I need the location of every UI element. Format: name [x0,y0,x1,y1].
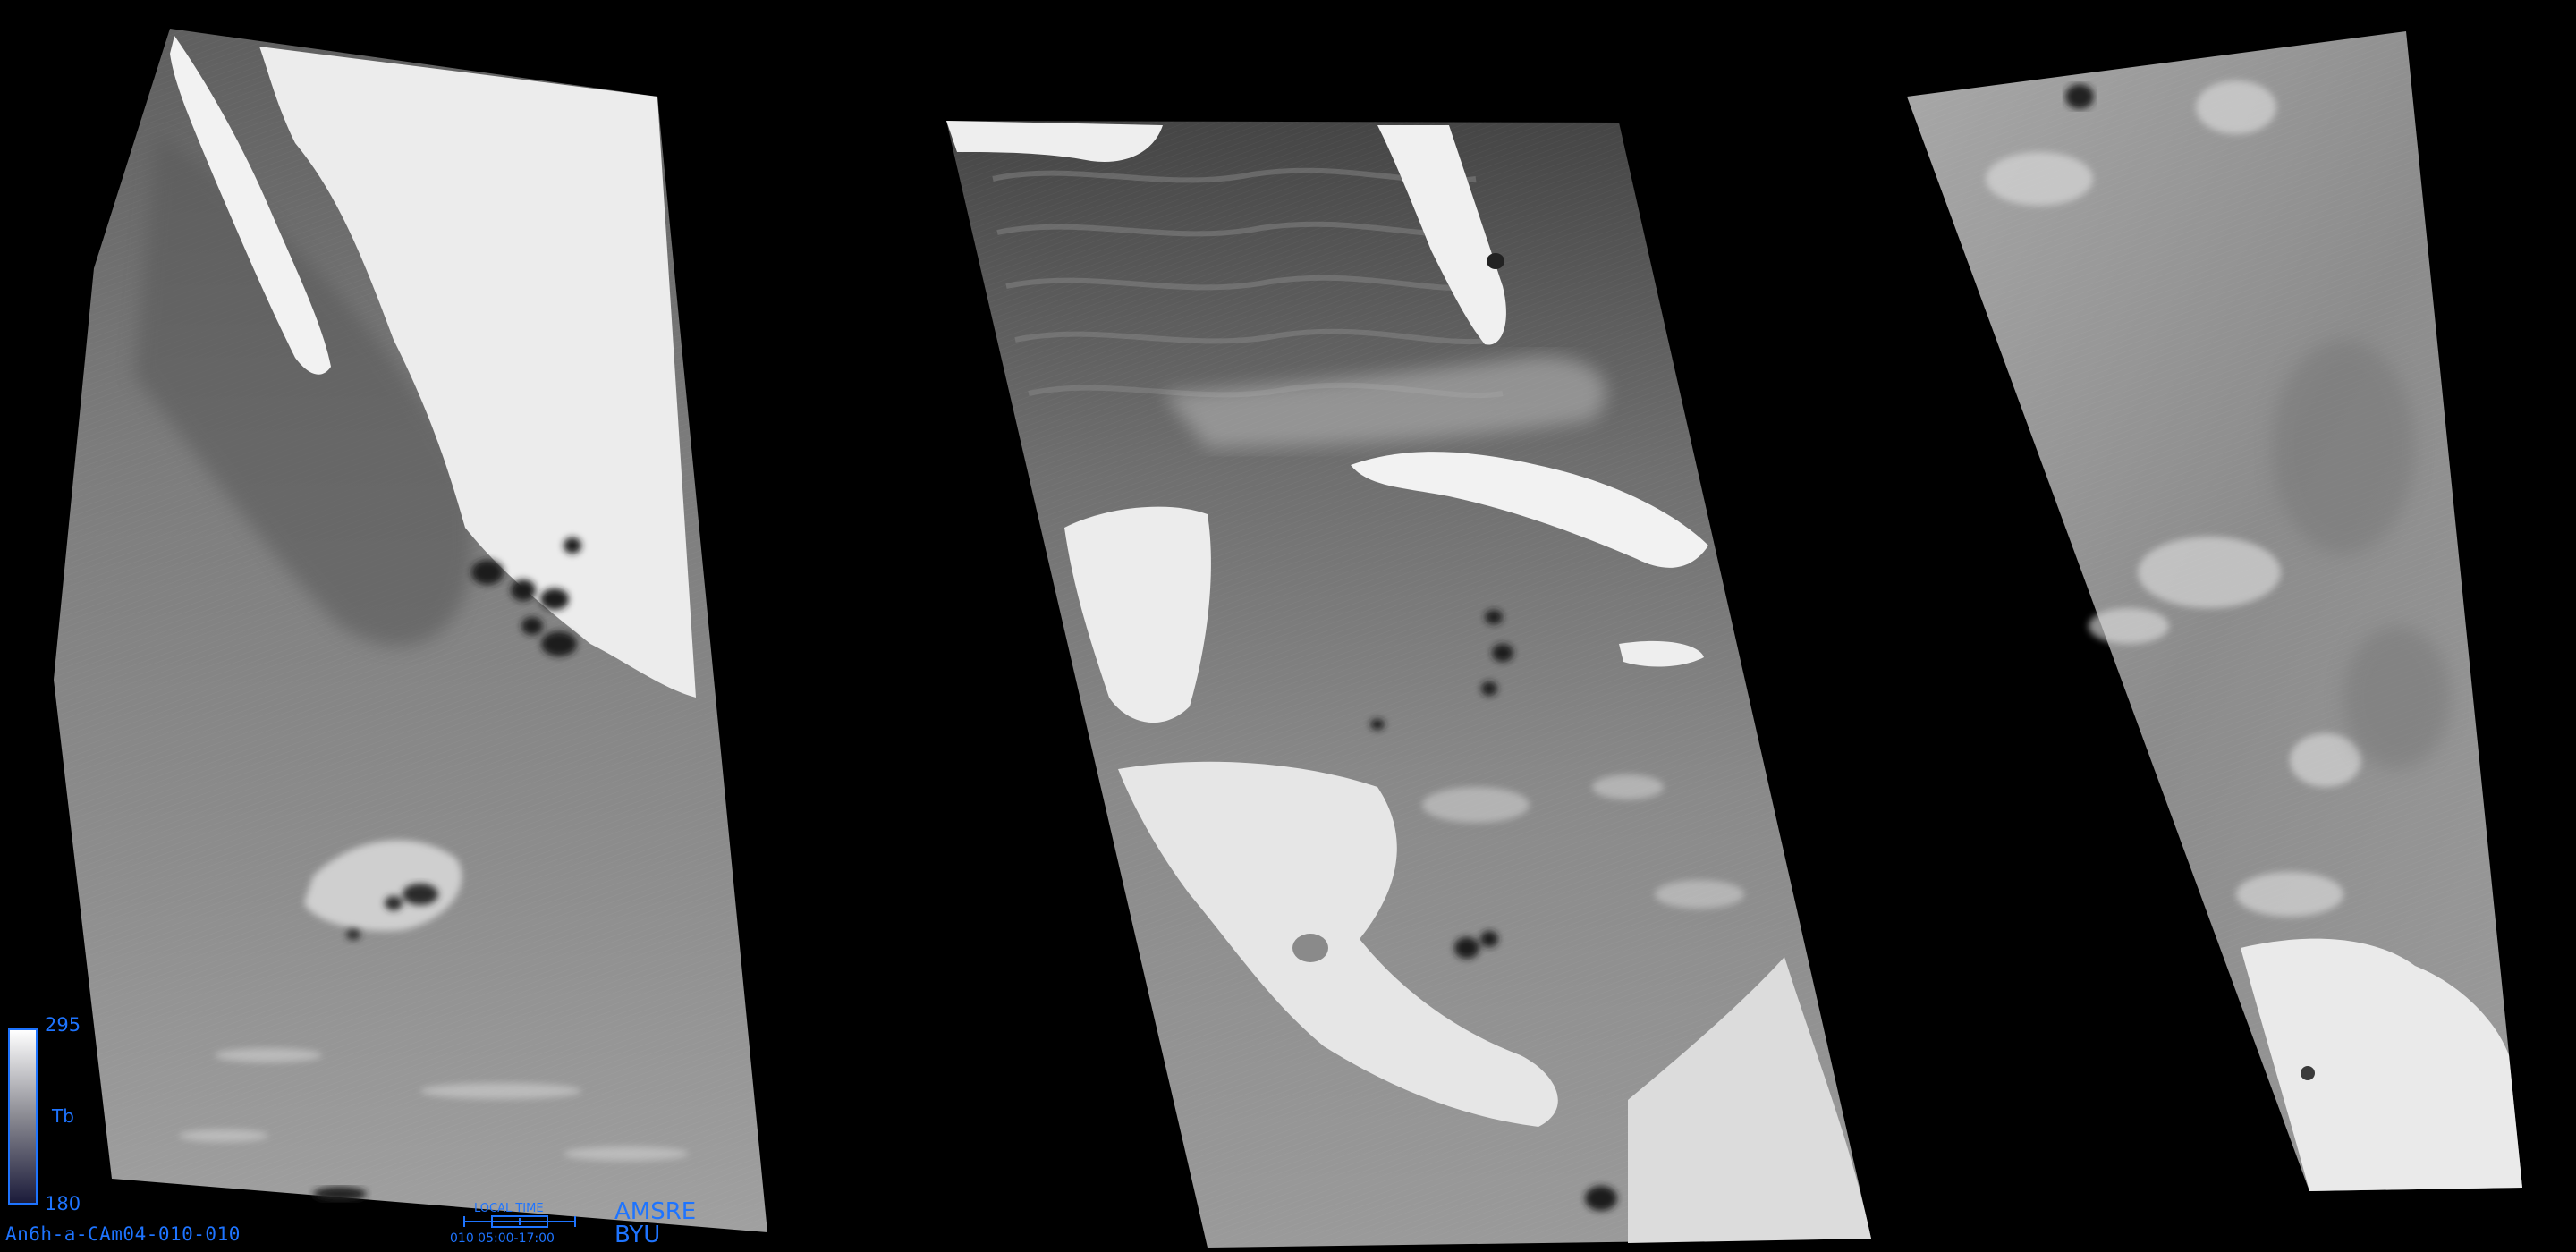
imagery-canvas [54,29,2522,1248]
image-id-label: An6h-a-CAm04-010-010 [5,1223,241,1245]
satellite-image: 295 Tb 180 LOCAL TIME 010 05:00-17:00 AM… [0,0,2576,1252]
institution-label: BYU [614,1222,661,1248]
local-time-scale [463,1215,576,1228]
swath-left [54,29,767,1232]
local-time-range: 010 05:00-17:00 [450,1231,555,1246]
colorbar [8,1028,38,1205]
swath-middle [946,121,1871,1248]
sensor-label: AMSRE [614,1198,697,1225]
colorbar-min-label: 180 [45,1193,81,1214]
colorbar-max-label: 295 [45,1014,81,1036]
swath-right [1907,31,2522,1191]
colorbar-title: Tb [52,1105,74,1127]
local-time-title: LOCAL TIME [474,1202,544,1215]
